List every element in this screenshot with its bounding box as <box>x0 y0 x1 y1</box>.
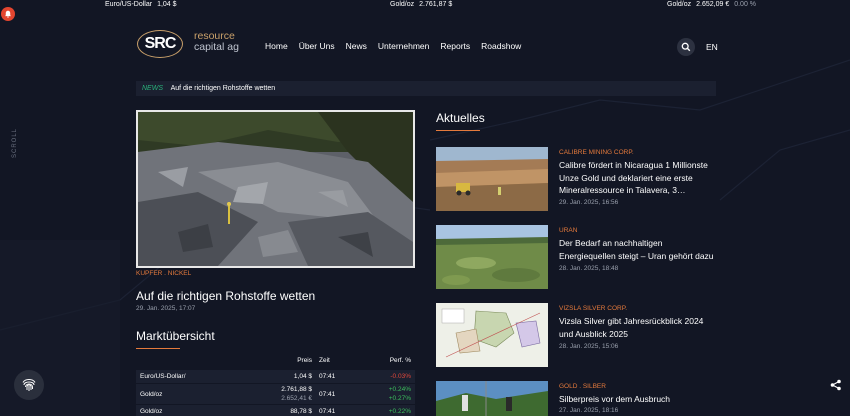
table-header: Preis Zeit Perf. % <box>136 357 415 370</box>
news-thumbnail[interactable] <box>436 147 548 211</box>
main-article-category[interactable]: KUPFER . NICKEL <box>136 270 191 277</box>
news-category[interactable]: CALIBRE MINING CORP. <box>559 149 634 156</box>
news-date: 29. Jan. 2025, 16:56 <box>559 199 619 206</box>
header-zeit: Zeit <box>319 357 330 364</box>
news-title[interactable]: Silberpreis vor dem Ausbruch <box>559 393 719 406</box>
news-card[interactable]: VIZSLA SILVER CORP. Vizsla Silver gibt J… <box>436 303 716 367</box>
news-title[interactable]: Calibre fördert in Nicaragua 1 Millionst… <box>559 159 719 197</box>
news-date: 28. Jan. 2025, 18:48 <box>559 265 619 272</box>
share-icon <box>830 379 841 391</box>
ticker-item: Gold/oz 2.761,87 $ <box>390 1 453 8</box>
market-overview-title: Marktübersicht <box>136 329 215 343</box>
title-underline <box>436 130 480 131</box>
aktuelles-title: Aktuelles <box>436 111 485 125</box>
news-headline-bar[interactable]: NEWS Auf die richtigen Rohstoffe wetten <box>136 81 716 96</box>
logo-mark: SRC <box>137 30 183 58</box>
quarry-photo <box>138 112 413 266</box>
header-preis: Preis <box>297 357 312 364</box>
nav-ueber-uns[interactable]: Über Uns <box>299 41 335 51</box>
map-image <box>436 303 548 367</box>
language-switch[interactable]: EN <box>706 42 718 52</box>
news-thumbnail[interactable] <box>436 225 548 289</box>
share-button[interactable] <box>830 378 842 396</box>
nav-roadshow[interactable]: Roadshow <box>481 41 521 51</box>
nav-news[interactable]: News <box>346 41 367 51</box>
table-row[interactable]: Gold/oz 2.761,88 $ 2.652,41 € 07:41 +0.2… <box>136 384 415 405</box>
news-category[interactable]: VIZSLA SILVER CORP. <box>559 305 627 312</box>
main-article-date: 29. Jan. 2025, 17:07 <box>136 305 196 312</box>
market-table: Preis Zeit Perf. % Euro/US-Dollar/ 1,04 … <box>136 357 415 416</box>
news-category[interactable]: URAN <box>559 227 577 234</box>
logo-word-capital: capital ag <box>194 41 239 53</box>
header-perf: Perf. % <box>389 357 411 364</box>
news-card[interactable]: GOLD . SILBER Silberpreis vor dem Ausbru… <box>436 381 716 416</box>
table-row[interactable]: Euro/US-Dollar/ 1,04 $ 07:41 -0.03% <box>136 370 415 384</box>
ticker-item: Gold/oz 2.652,09 €0.00 % <box>667 1 757 8</box>
title-underline <box>136 348 180 349</box>
news-card[interactable]: URAN Der Bedarf an nachhaltigen Energieq… <box>436 225 716 289</box>
news-title[interactable]: Der Bedarf an nachhaltigen Energiequelle… <box>559 237 719 262</box>
news-thumbnail[interactable] <box>436 303 548 367</box>
nav-unternehmen[interactable]: Unternehmen <box>378 41 430 51</box>
news-headline[interactable]: Auf die richtigen Rohstoffe wetten <box>171 85 276 92</box>
price-ticker: Euro/US-Dollar 1,04 $ Gold/oz 2.761,87 $ G… <box>0 0 850 10</box>
bell-icon <box>4 10 12 18</box>
ticker-item: Euro/US-Dollar 1,04 $ <box>105 1 177 8</box>
table-row[interactable]: Gold/oz 88,78 $ 07:41 +0.22% <box>136 405 415 416</box>
nav-reports[interactable]: Reports <box>440 41 470 51</box>
landscape-photo <box>436 225 548 289</box>
news-thumbnail[interactable] <box>436 381 548 416</box>
logo-word-resource: resource <box>194 30 235 42</box>
nav-home[interactable]: Home <box>265 41 288 51</box>
fingerprint-icon <box>22 379 36 391</box>
scroll-label: SCROLL <box>12 127 18 158</box>
search-button[interactable] <box>677 38 695 56</box>
news-card[interactable]: CALIBRE MINING CORP. Calibre fördert in … <box>436 147 716 211</box>
site-logo[interactable]: SRC resource capital ag <box>137 27 239 60</box>
mine-photo <box>436 147 548 211</box>
background-decoration <box>0 59 850 416</box>
news-title[interactable]: Vizsla Silver gibt Jahresrückblick 2024 … <box>559 315 719 340</box>
news-tag: NEWS <box>142 85 163 92</box>
notification-bell-button[interactable] <box>1 7 15 21</box>
news-date: 27. Jan. 2025, 18:16 <box>559 407 619 414</box>
news-category[interactable]: GOLD . SILBER <box>559 383 606 390</box>
news-date: 28. Jan. 2025, 15:06 <box>559 343 619 350</box>
search-icon <box>681 42 691 52</box>
fingerprint-button[interactable] <box>14 370 44 400</box>
main-navigation: Home Über Uns News Unternehmen Reports R… <box>265 41 532 51</box>
main-article-title[interactable]: Auf die richtigen Rohstoffe wetten <box>136 289 315 303</box>
workers-photo <box>436 381 548 416</box>
main-article-image[interactable] <box>136 110 415 268</box>
